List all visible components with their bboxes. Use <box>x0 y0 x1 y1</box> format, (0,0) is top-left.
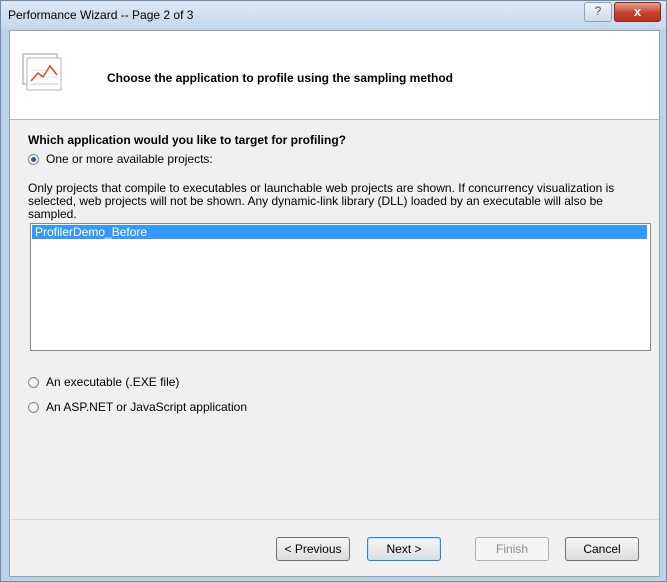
finish-button[interactable]: Finish <box>475 537 549 561</box>
next-button[interactable]: Next > <box>367 537 441 561</box>
previous-button[interactable]: < Previous <box>276 537 350 561</box>
radio-selected-dot <box>31 157 36 162</box>
wizard-header: Choose the application to profile using … <box>10 31 659 120</box>
help-button[interactable]: ? <box>584 2 612 22</box>
radio-label-aspnet-javascript[interactable]: An ASP.NET or JavaScript application <box>46 400 247 414</box>
wizard-body: Choose the application to profile using … <box>9 30 660 577</box>
title-bar[interactable]: Performance Wizard -- Page 2 of 3 ? x <box>1 1 666 29</box>
help-icon: ? <box>594 4 602 18</box>
wizard-window: Performance Wizard -- Page 2 of 3 ? x Ch… <box>0 0 667 582</box>
cancel-button[interactable]: Cancel <box>565 537 639 561</box>
radio-label-executable[interactable]: An executable (.EXE file) <box>46 375 179 389</box>
close-button[interactable]: x <box>614 2 661 22</box>
footer-divider <box>10 519 659 520</box>
radio-label-available-projects[interactable]: One or more available projects: <box>46 152 213 166</box>
radio-executable[interactable] <box>28 377 39 388</box>
project-listbox[interactable]: ProfilerDemo_Before <box>30 223 651 351</box>
radio-aspnet-javascript[interactable] <box>28 402 39 413</box>
list-item[interactable]: ProfilerDemo_Before <box>32 225 647 239</box>
radio-available-projects[interactable] <box>28 154 39 165</box>
close-icon: x <box>633 4 642 19</box>
window-title: Performance Wizard -- Page 2 of 3 <box>8 8 194 22</box>
performance-chart-icon <box>22 53 62 91</box>
projects-description: Only projects that compile to executable… <box>28 181 615 221</box>
target-question: Which application would you like to targ… <box>28 133 346 147</box>
page-heading: Choose the application to profile using … <box>107 71 454 85</box>
